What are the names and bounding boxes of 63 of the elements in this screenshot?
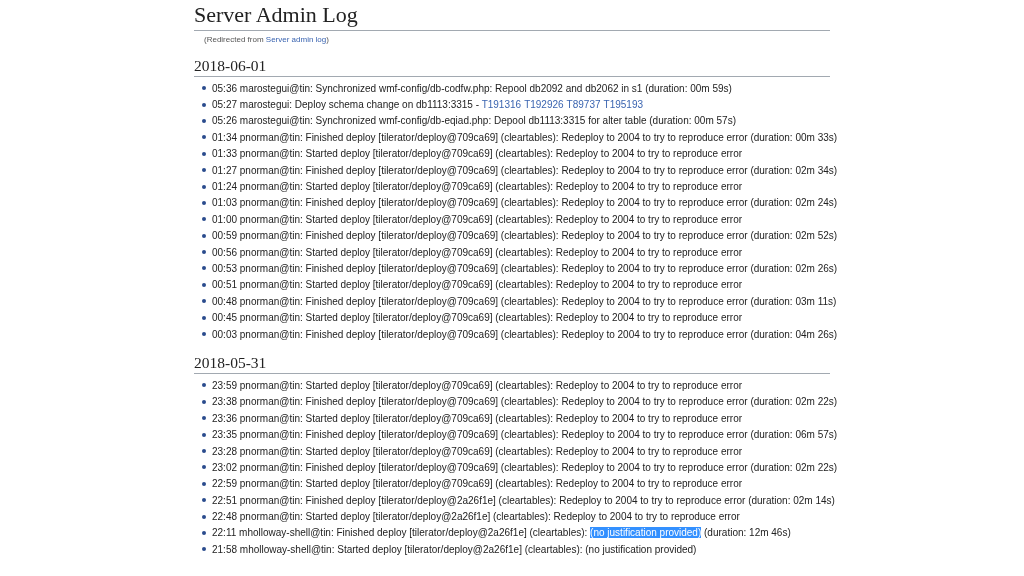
log-entry: 21:58 mholloway-shell@tin: Started deploy [tilerator/deploy@2a26f1e] (cleartables): (no justification provided)	[212, 542, 697, 556]
bullet-icon	[202, 465, 206, 470]
log-entry: 23:35 pnorman@tin: Finished deploy [tilerator/deploy@709ca69] (cleartables): Redeploy to 2004 to try to reproduce error (duration: 06m 57s)	[212, 428, 838, 442]
log-entry: 22:59 pnorman@tin: Started deploy [tilerator/deploy@709ca69] (cleartables): Redeploy to 2004 to try to reproduce error	[212, 477, 743, 491]
bullet-icon	[202, 266, 206, 271]
log-entry: 00:45 pnorman@tin: Started deploy [tilerator/deploy@709ca69] (cleartables): Redeploy to 2004 to try to reproduce error	[212, 311, 743, 325]
log-entry: 05:26 marostegui@tin: Synchronized wmf-config/db-eqiad.php: Depool db1113:3315 for alter table (duration: 00m 57s)	[212, 114, 736, 128]
page-title: Server Admin Log	[194, 1, 830, 31]
selected-text: (no justification provided)	[590, 527, 702, 539]
bullet-icon	[202, 233, 206, 238]
log-entry: 22:51 pnorman@tin: Finished deploy [tilerator/deploy@2a26f1e] (cleartables): Redeploy to 2004 to try to reproduce error (duration: 02m 14s)	[212, 493, 835, 507]
bullet-icon	[202, 299, 206, 304]
bullet-icon	[202, 217, 206, 222]
link[interactable]: T192926	[524, 99, 564, 111]
log-entry: 01:03 pnorman@tin: Finished deploy [tilerator/deploy@709ca69] (cleartables): Redeploy to 2004 to try to reproduce error (duration: 02m 24s)	[212, 196, 838, 210]
bullet-icon	[202, 498, 206, 503]
log-entry: 00:03 pnorman@tin: Finished deploy [tilerator/deploy@709ca69] (cleartables): Redeploy to 2004 to try to reproduce error (duration: 04m 26s)	[212, 327, 838, 341]
redirect-note: (Redirected from Server admin log)	[203, 34, 330, 46]
bullet-icon	[202, 315, 206, 320]
bullet-icon	[202, 86, 206, 91]
date-heading: 2018-05-31	[194, 353, 830, 375]
bullet-icon	[202, 151, 206, 156]
log-entry: 22:48 pnorman@tin: Started deploy [tilerator/deploy@2a26f1e] (cleartables): Redeploy to 2004 to try to reproduce error	[212, 510, 740, 524]
bullet-icon	[202, 547, 206, 552]
log-entry: 05:27 marostegui: Deploy schema change on db1113:3315 - T191316 T192926 T89737 T195193	[212, 98, 643, 112]
link[interactable]: T195193	[603, 99, 643, 111]
log-entry: 01:33 pnorman@tin: Started deploy [tilerator/deploy@709ca69] (cleartables): Redeploy to 2004 to try to reproduce error	[212, 147, 743, 161]
log-entry: 23:02 pnorman@tin: Finished deploy [tilerator/deploy@709ca69] (cleartables): Redeploy to 2004 to try to reproduce error (duration: 02m 22s)	[212, 460, 838, 474]
bullet-icon	[202, 118, 206, 123]
log-entry: 23:38 pnorman@tin: Finished deploy [tilerator/deploy@709ca69] (cleartables): Redeploy to 2004 to try to reproduce error (duration: 02m 22s)	[212, 395, 838, 409]
log-entry: 22:11 mholloway-shell@tin: Finished deploy [tilerator/deploy@2a26f1e] (cleartables): (no justification provided) (duration: 12m 46s)	[212, 526, 791, 540]
date-heading: 2018-06-01	[194, 56, 830, 77]
log-entry: 01:24 pnorman@tin: Started deploy [tilerator/deploy@709ca69] (cleartables): Redeploy to 2004 to try to reproduce error	[212, 180, 743, 194]
bullet-icon	[202, 250, 206, 255]
log-entry: 00:51 pnorman@tin: Started deploy [tilerator/deploy@709ca69] (cleartables): Redeploy to 2004 to try to reproduce error	[212, 278, 743, 292]
log-entry: 00:56 pnorman@tin: Started deploy [tilerator/deploy@709ca69] (cleartables): Redeploy to 2004 to try to reproduce error	[212, 245, 743, 259]
bullet-icon	[202, 102, 206, 107]
bullet-icon	[202, 481, 206, 486]
log-entry: 05:36 marostegui@tin: Synchronized wmf-config/db-codfw.php: Repool db2092 and db2062 in s1 (duration: 00m 59s)	[212, 81, 732, 95]
link[interactable]: T89737	[566, 99, 601, 111]
log-entry: 00:59 pnorman@tin: Finished deploy [tilerator/deploy@709ca69] (cleartables): Redeploy to 2004 to try to reproduce error (duration: 02m 52s)	[212, 229, 838, 243]
log-entry: 00:53 pnorman@tin: Finished deploy [tilerator/deploy@709ca69] (cleartables): Redeploy to 2004 to try to reproduce error (duration: 02m 26s)	[212, 262, 838, 275]
link[interactable]: T191316	[481, 99, 522, 111]
log-entry: 01:27 pnorman@tin: Finished deploy [tilerator/deploy@709ca69] (cleartables): Redeploy to 2004 to try to reproduce error (duration: 02m 34s)	[212, 163, 838, 177]
bullet-icon	[202, 200, 206, 205]
bullet-icon	[202, 383, 206, 388]
log-entry: 01:34 pnorman@tin: Finished deploy [tilerator/deploy@709ca69] (cleartables): Redeploy to 2004 to try to reproduce error (duration: 00m 33s)	[212, 130, 838, 144]
log-entry: 23:28 pnorman@tin: Started deploy [tilerator/deploy@709ca69] (cleartables): Redeploy to 2004 to try to reproduce error	[212, 444, 743, 458]
bullet-icon	[202, 399, 206, 404]
bullet-icon	[202, 449, 206, 453]
bullet-icon	[202, 416, 206, 421]
log-entry: 01:00 pnorman@tin: Started deploy [tilerator/deploy@709ca69] (cleartables): Redeploy to 2004 to try to reproduce error	[212, 212, 743, 226]
bullet-icon	[202, 282, 206, 287]
bullet-icon	[202, 184, 206, 189]
bullet-icon	[202, 514, 206, 519]
log-entry: 23:59 pnorman@tin: Started deploy [tilerator/deploy@709ca69] (cleartables): Redeploy to 2004 to try to reproduce error	[212, 378, 743, 392]
bullet-icon	[202, 168, 206, 173]
bullet-icon	[202, 432, 206, 437]
log-entry: 23:36 pnorman@tin: Started deploy [tilerator/deploy@709ca69] (cleartables): Redeploy to 2004 to try to reproduce error	[212, 411, 743, 425]
log-entry: 00:48 pnorman@tin: Finished deploy [tilerator/deploy@709ca69] (cleartables): Redeploy to 2004 to try to reproduce error (duration: 03m 11s)	[212, 294, 837, 308]
bullet-icon	[202, 530, 206, 535]
bullet-icon	[202, 332, 206, 337]
bullet-icon	[202, 135, 206, 140]
